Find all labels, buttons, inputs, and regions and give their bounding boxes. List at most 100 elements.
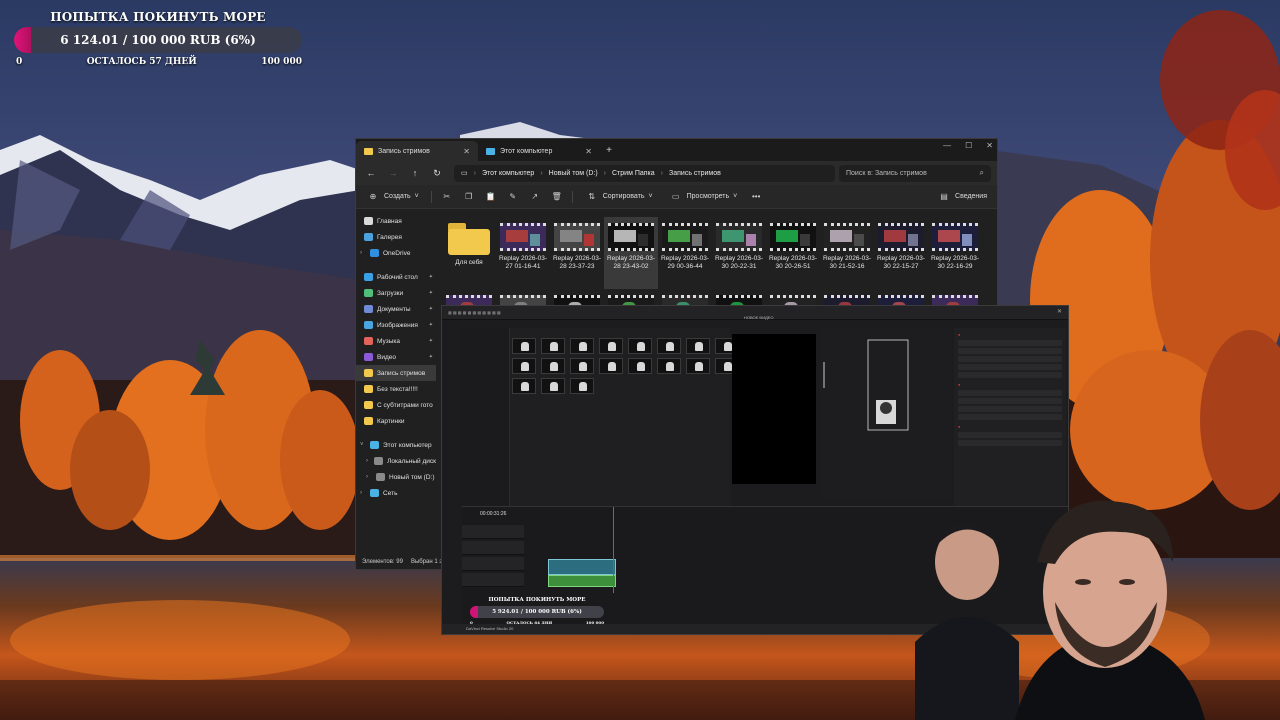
nav-item-new-volume[interactable]: › Новый том (D:) (356, 469, 436, 485)
share-icon[interactable]: ↗ (528, 192, 542, 201)
breadcrumb-item[interactable]: Этот компьютер (482, 170, 534, 177)
video-file-item[interactable]: Replay 2026-03-30 21-52-16 (820, 217, 874, 289)
create-button[interactable]: ⊕ Создать ˅ (362, 189, 423, 204)
nav-item-local-disk[interactable]: › Локальный диск (356, 453, 436, 469)
view-button[interactable]: ▭ Просмотреть ˅ (665, 189, 742, 204)
pin-icon[interactable]: ✦ (429, 306, 433, 312)
chevron-down-icon[interactable]: ˅ (360, 442, 366, 448)
video-track-header[interactable] (462, 525, 524, 539)
media-clip[interactable] (657, 338, 681, 354)
media-clip[interactable] (599, 338, 623, 354)
breadcrumb-item[interactable]: Запись стримов (669, 170, 721, 177)
back-arrow-icon[interactable]: ← (362, 168, 380, 178)
video-track-header[interactable] (462, 557, 524, 571)
close-icon[interactable]: ✕ (463, 147, 470, 156)
breadcrumb[interactable]: ▭ › Этот компьютер › Новый том (D:) › Ст… (454, 164, 835, 182)
media-pool-tab[interactable]: ▦ ▦ ▦ ▦ ▦ ▦ ▦ ▦ ▦ ▦ ▦ (448, 310, 501, 315)
nav-item-pinned[interactable]: Без текста!!!!! (356, 381, 436, 397)
video-file-item[interactable]: Replay 2026-03-28 23-43-02 (604, 217, 658, 289)
new-tab-button[interactable]: + (600, 141, 618, 161)
refresh-icon[interactable]: ↻ (428, 168, 446, 179)
video-file-item[interactable]: Replay 2026-03-29 00-36-44 (658, 217, 712, 289)
video-track-header[interactable] (462, 541, 524, 555)
nav-item-pinned[interactable]: Изображения ✦ (356, 317, 436, 333)
forward-arrow-icon[interactable]: → (384, 168, 402, 178)
source-viewer[interactable] (732, 334, 816, 484)
nav-label: Новый том (D:) (389, 473, 435, 481)
nav-item-network[interactable]: › Сеть (356, 485, 436, 501)
nav-item-pinned[interactable]: Картинки (356, 413, 436, 429)
more-options-icon[interactable]: ••• (749, 192, 763, 201)
video-file-item[interactable]: Replay 2026-03-27 01-16-41 (496, 217, 550, 289)
media-clip[interactable] (570, 338, 594, 354)
playhead[interactable] (613, 507, 614, 593)
nav-item-pinned[interactable]: Запись стримов (356, 365, 436, 381)
nav-item-this-pc[interactable]: ˅ Этот компьютер (356, 437, 436, 453)
close-window-icon[interactable]: ✕ (1057, 308, 1062, 315)
chevron-right-icon[interactable]: › (366, 458, 370, 464)
pin-icon[interactable]: ✦ (429, 354, 433, 360)
media-clip[interactable] (570, 378, 594, 394)
nav-item-pinned[interactable]: Рабочий стол ✦ (356, 269, 436, 285)
audio-track-header[interactable] (462, 573, 524, 587)
media-clip[interactable] (628, 338, 652, 354)
rename-icon[interactable]: ✎ (506, 192, 520, 201)
media-clip[interactable] (628, 358, 652, 374)
delete-icon[interactable]: 🗑 (550, 192, 564, 201)
pin-icon[interactable]: ✦ (429, 274, 433, 280)
media-clip[interactable] (599, 358, 623, 374)
nav-item-pinned[interactable]: Видео ✦ (356, 349, 436, 365)
nav-item-gallery[interactable]: Галерея (356, 229, 436, 245)
video-file-item[interactable]: Replay 2026-03-30 20-22-31 (712, 217, 766, 289)
cut-icon[interactable]: ✂ (440, 192, 454, 201)
nav-item-pinned[interactable]: Музыка ✦ (356, 333, 436, 349)
video-file-item[interactable]: Replay 2026-03-30 22-15-27 (874, 217, 928, 289)
media-clip[interactable] (541, 338, 565, 354)
media-clip[interactable] (541, 378, 565, 394)
details-button[interactable]: ▤ Сведения (933, 189, 991, 204)
tab-zapis-strimov[interactable]: Запись стримов ✕ (356, 141, 478, 161)
up-arrow-icon[interactable]: ↑ (406, 168, 424, 178)
nav-label: Локальный диск (387, 457, 436, 465)
close-icon[interactable]: ✕ (585, 147, 592, 156)
video-file-item[interactable]: Replay 2026-03-30 20-26-51 (766, 217, 820, 289)
media-clip[interactable] (512, 378, 536, 394)
chevron-right-icon[interactable]: › (360, 490, 366, 496)
pin-icon[interactable]: ✦ (429, 322, 433, 328)
copy-icon[interactable]: ❐ (462, 192, 476, 201)
chevron-right-icon[interactable]: › (366, 474, 372, 480)
pin-icon[interactable]: ✦ (429, 290, 433, 296)
timeline-video-clip[interactable] (548, 559, 616, 575)
file-name: Replay 2026-03-27 01-16-41 (498, 255, 548, 270)
video-file-item[interactable]: Replay 2026-03-30 22-16-29 (928, 217, 982, 289)
chevron-right-icon[interactable]: › (360, 250, 366, 256)
media-clip[interactable] (570, 358, 594, 374)
breadcrumb-item[interactable]: Новый том (D:) (549, 170, 598, 177)
media-clip[interactable] (512, 338, 536, 354)
minimize-icon[interactable]: — (943, 141, 951, 150)
media-clip[interactable] (512, 358, 536, 374)
nav-item-onedrive[interactable]: › OneDrive (356, 245, 436, 261)
nav-item-pinned[interactable]: С субтитрами гото (356, 397, 436, 413)
media-clip[interactable] (541, 358, 565, 374)
timeline-viewer[interactable] (820, 328, 952, 498)
sort-button[interactable]: ⇅ Сортировать ˅ (581, 189, 657, 204)
paste-icon[interactable]: 📋 (484, 192, 498, 201)
nav-item-pinned[interactable]: Загрузки ✦ (356, 285, 436, 301)
media-clip[interactable] (686, 338, 710, 354)
nav-item-pinned[interactable]: Документы ✦ (356, 301, 436, 317)
video-file-item[interactable]: Replay 2026-03-28 23-37-23 (550, 217, 604, 289)
media-clip[interactable] (657, 358, 681, 374)
breadcrumb-item[interactable]: Стрим Папка (612, 170, 655, 177)
clip-grid (512, 338, 741, 394)
nav-item-home[interactable]: Главная (356, 213, 436, 229)
maximize-icon[interactable]: ☐ (965, 141, 972, 150)
timeline-audio-clip[interactable] (548, 575, 616, 587)
pin-icon[interactable]: ✦ (429, 338, 433, 344)
close-window-icon[interactable]: ✕ (986, 141, 993, 150)
tab-this-pc[interactable]: Этот компьютер ✕ (478, 141, 600, 161)
search-input[interactable]: Поиск в: Запись стримов ⌕ (839, 164, 991, 182)
media-clip[interactable] (686, 358, 710, 374)
folder-item[interactable]: Для себя (442, 217, 496, 289)
nav-label: Сеть (383, 489, 398, 497)
